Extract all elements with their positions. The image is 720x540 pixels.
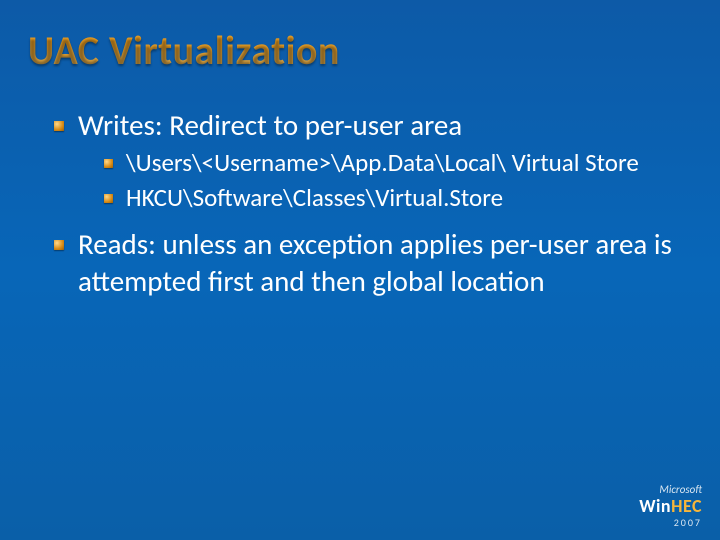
bullet-list-level2: \Users\<Username>\App.Data\Local\ Virtua… [104, 147, 688, 214]
conference-name: WinHEC [639, 495, 702, 517]
conference-year: 2007 [639, 518, 702, 528]
bullet-list-level1: Writes: Redirect to per-user area \Users… [54, 107, 688, 299]
slide-title: UAC Virtualization [0, 0, 720, 75]
brand-text: Microsoft [639, 484, 702, 495]
bullet-text: Writes: Redirect to per-user area [78, 107, 462, 143]
footer-logo: Microsoft WinHEC 2007 [639, 484, 702, 528]
list-item: HKCU\Software\Classes\Virtual.Store [104, 182, 688, 215]
list-item: Reads: unless an exception applies per-u… [54, 226, 688, 299]
conf-prefix: Win [639, 495, 671, 517]
slide-content: Writes: Redirect to per-user area \Users… [0, 75, 720, 299]
list-item: \Users\<Username>\App.Data\Local\ Virtua… [104, 147, 688, 180]
conf-accent: HEC [671, 495, 702, 517]
list-item: Writes: Redirect to per-user area \Users… [54, 107, 688, 214]
bullet-text: Reads: unless an exception applies per-u… [78, 226, 672, 298]
